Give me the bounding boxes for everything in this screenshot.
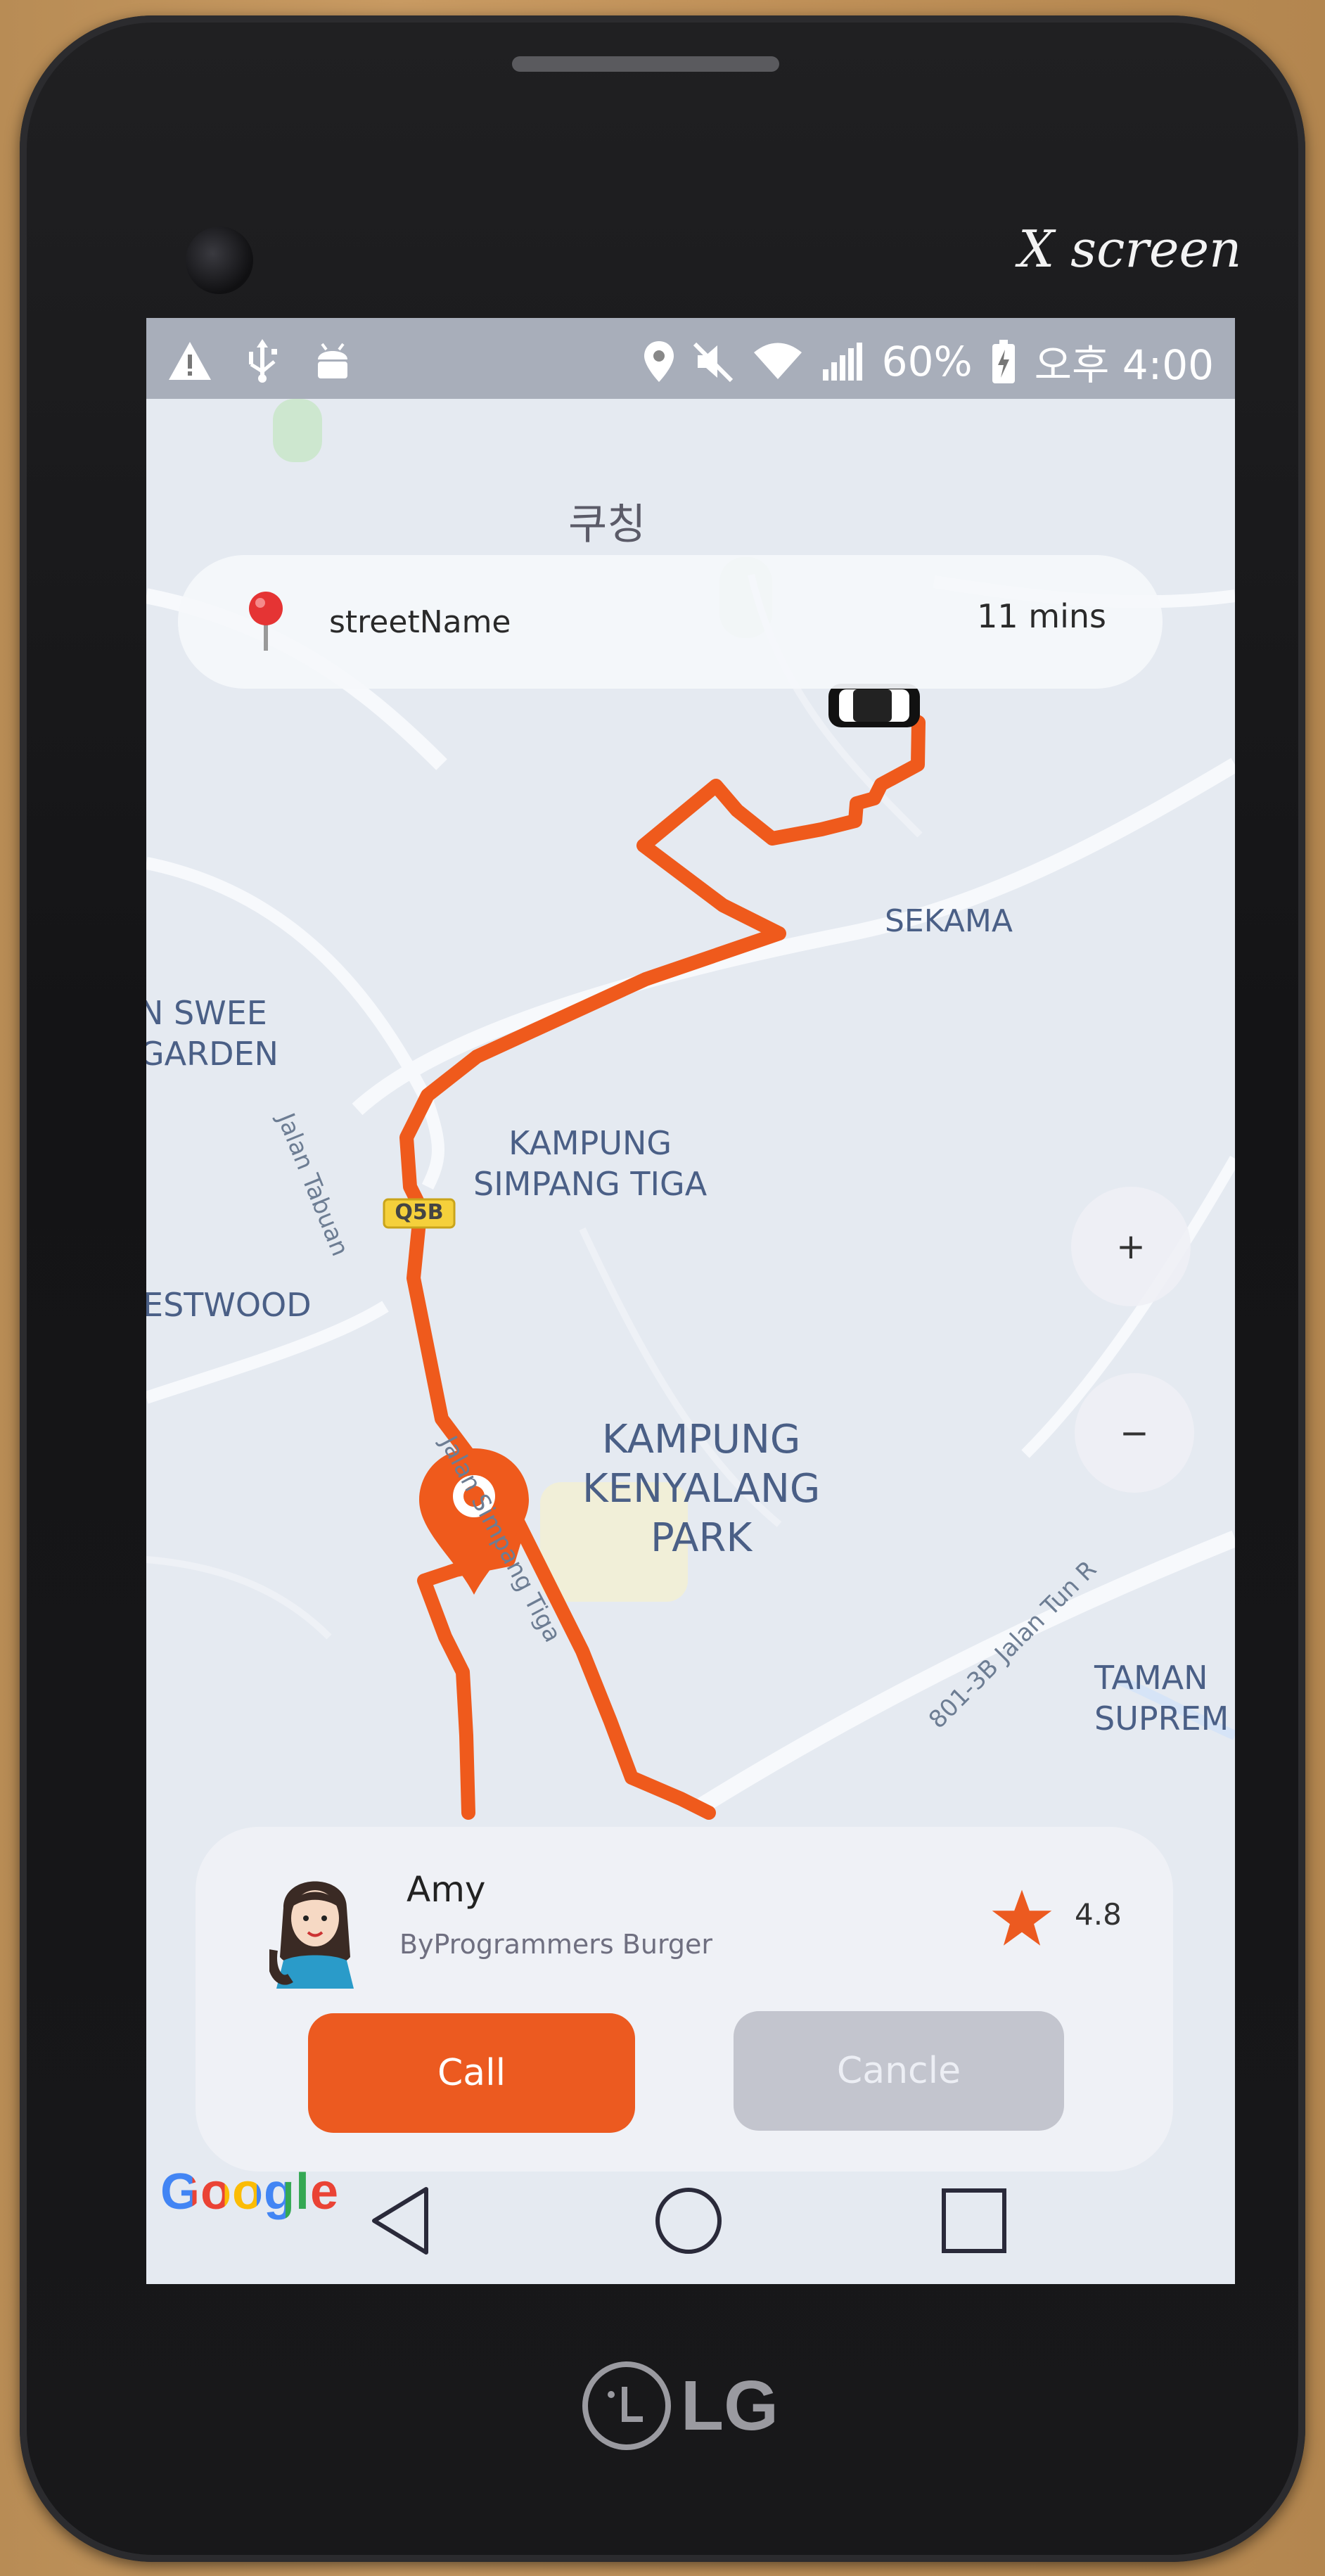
destination-bar[interactable]: streetName 11 mins xyxy=(178,555,1163,689)
driver-avatar xyxy=(269,1881,354,1989)
navigation-bar xyxy=(146,2154,1235,2284)
status-bar: 60% 오후 4:00 xyxy=(146,318,1235,399)
location-icon xyxy=(644,341,674,382)
earpiece-speaker xyxy=(512,56,779,72)
road xyxy=(146,1556,332,1640)
place-label-taman-supreme: TAMAN SUPREM xyxy=(1094,1659,1229,1737)
street-name: streetName xyxy=(329,604,511,640)
place-label-swee-garden: N SWEE GARDEN xyxy=(146,994,279,1073)
back-icon[interactable] xyxy=(364,2182,442,2259)
battery-charging-icon xyxy=(992,340,1015,383)
mute-icon xyxy=(693,342,733,382)
place-label-simpang-tiga: KAMPUNG SIMPANG TIGA xyxy=(473,1124,708,1203)
route-line xyxy=(399,705,926,1820)
lg-logo-icon xyxy=(582,2361,671,2450)
usb-icon xyxy=(249,339,277,383)
home-icon[interactable] xyxy=(650,2182,727,2259)
road-badge-label: Q5B xyxy=(395,1200,444,1225)
signal-icon xyxy=(822,343,862,381)
zoom-out-button[interactable]: − xyxy=(1075,1373,1194,1493)
call-button[interactable]: Call xyxy=(308,2013,635,2133)
star-icon xyxy=(992,1889,1052,1946)
brand-x-screen: X screen xyxy=(1018,219,1242,279)
driver-card: Amy ByProgrammers Burger 4.8 Call Cancle xyxy=(196,1827,1173,2172)
place-label-sekama: SEKAMA xyxy=(885,903,1013,939)
app-screen: Q5B SEKAMA N SWEE GARDEN KAMPUNG SIMPANG… xyxy=(146,318,1235,2284)
eta-text: 11 mins xyxy=(977,597,1106,635)
recents-icon[interactable] xyxy=(935,2182,1013,2259)
driver-name: Amy xyxy=(407,1869,486,1910)
cancel-button[interactable]: Cancle xyxy=(734,2011,1064,2131)
map-view[interactable]: Q5B SEKAMA N SWEE GARDEN KAMPUNG SIMPANG… xyxy=(146,399,1235,2284)
clock: 오후 4:00 xyxy=(1034,341,1214,389)
location-pin-icon xyxy=(249,592,283,651)
driver-restaurant: ByProgrammers Burger xyxy=(399,1929,713,1960)
android-icon xyxy=(318,343,347,378)
place-label-kenyalang-park: KAMPUNG KENYALANG PARK xyxy=(582,1417,821,1561)
brand-lg-text: LG xyxy=(681,2366,779,2445)
city-label: 쿠칭 xyxy=(568,500,646,549)
rating-value: 4.8 xyxy=(1075,1897,1122,1932)
place-label-westwood: ESTWOOD xyxy=(146,1286,312,1324)
car-icon xyxy=(828,684,920,727)
battery-percent: 60% xyxy=(881,338,973,385)
zoom-in-button[interactable]: + xyxy=(1071,1187,1191,1306)
brand-lg: LG xyxy=(582,2361,779,2450)
warning-icon xyxy=(169,342,211,380)
phone-body: X screen Q5B SEKAMA N SWEE GARDEN KAMPUN… xyxy=(20,15,1305,2562)
front-camera xyxy=(186,227,253,294)
park-area xyxy=(273,399,322,462)
wifi-icon xyxy=(753,343,802,379)
